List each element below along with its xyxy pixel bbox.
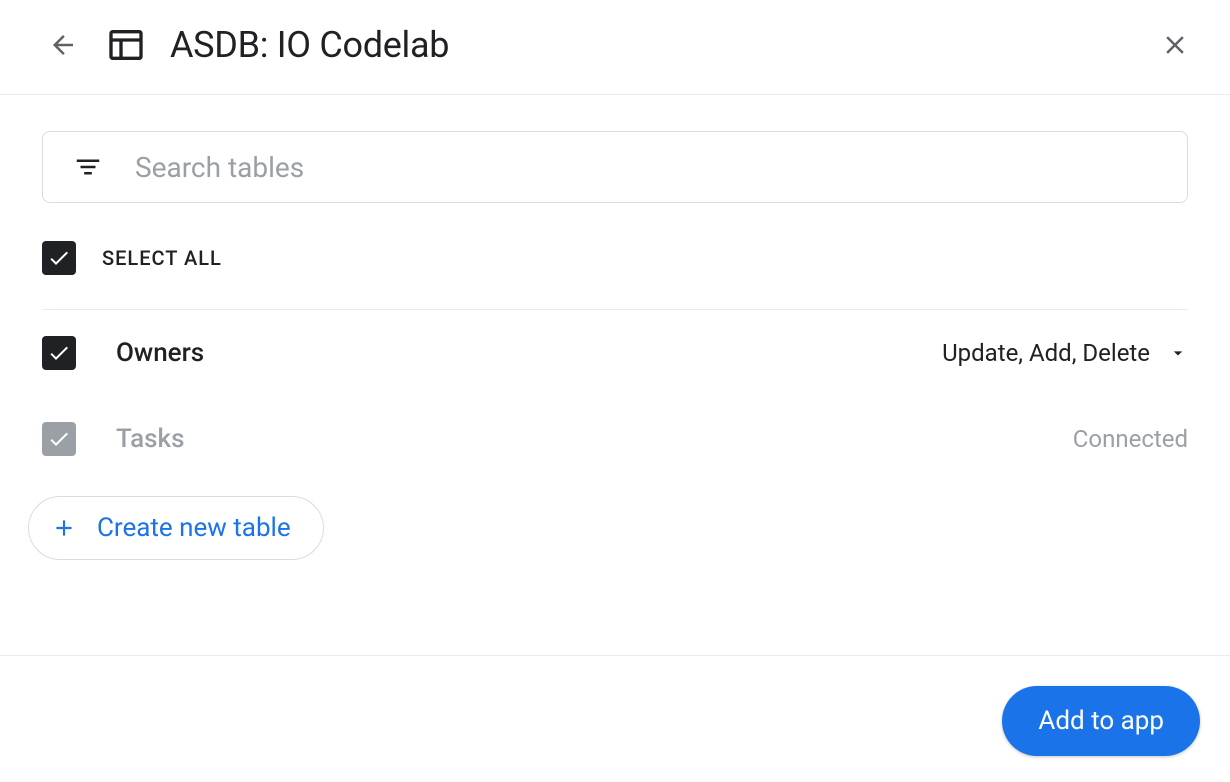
table-name: Owners xyxy=(116,338,942,368)
table-name: Tasks xyxy=(116,424,1073,454)
table-checkbox-owners[interactable] xyxy=(42,336,76,370)
dropdown-icon xyxy=(1168,343,1188,363)
database-icon xyxy=(106,25,146,65)
filter-icon xyxy=(73,152,103,182)
back-button[interactable] xyxy=(48,30,78,60)
dialog-header: ASDB: IO Codelab xyxy=(0,0,1230,95)
select-all-checkbox[interactable] xyxy=(42,241,76,275)
check-icon xyxy=(47,427,71,451)
permissions-text: Update, Add, Delete xyxy=(942,339,1150,367)
add-to-app-button[interactable]: Add to app xyxy=(1002,686,1200,756)
select-all-label: SELECT ALL xyxy=(102,246,222,270)
table-row: Tasks Connected xyxy=(42,396,1188,482)
table-row: Owners Update, Add, Delete xyxy=(42,310,1188,396)
plus-icon xyxy=(51,515,77,541)
search-input[interactable] xyxy=(135,151,1167,184)
permissions-dropdown[interactable]: Update, Add, Delete xyxy=(942,339,1188,367)
check-icon xyxy=(47,246,71,270)
create-table-label: Create new table xyxy=(97,513,291,543)
status-text: Connected xyxy=(1073,425,1188,453)
dialog-footer: Add to app xyxy=(0,655,1230,782)
arrow-left-icon xyxy=(48,30,78,60)
select-all-row: SELECT ALL xyxy=(42,203,1188,310)
close-button[interactable] xyxy=(1160,30,1190,60)
table-checkbox-tasks[interactable] xyxy=(42,422,76,456)
create-table-button[interactable]: Create new table xyxy=(28,496,324,560)
check-icon xyxy=(47,341,71,365)
search-box[interactable] xyxy=(42,131,1188,203)
close-icon xyxy=(1160,30,1190,60)
dialog-content: SELECT ALL Owners Update, Add, Delete Ta… xyxy=(0,95,1230,560)
dialog-title: ASDB: IO Codelab xyxy=(170,24,1160,66)
